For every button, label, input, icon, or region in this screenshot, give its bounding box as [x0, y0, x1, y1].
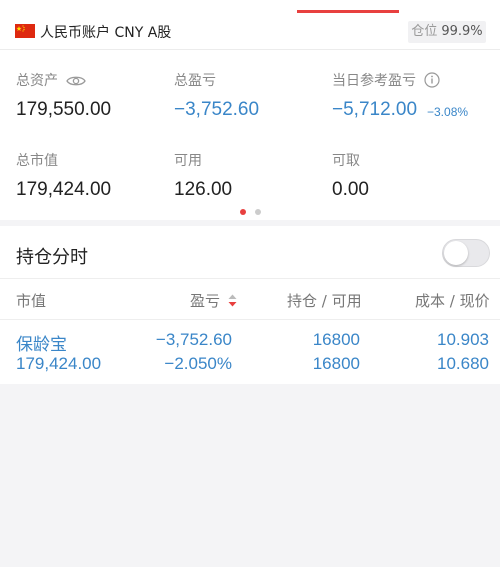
stock-holding: 16800	[312, 330, 360, 349]
account-summary-card: 人民币账户 CNY A股 仓位 99.9% 总资产 179,550.00 总盈亏 …	[0, 0, 500, 220]
column-cost-price[interactable]: 成本 / 现价	[415, 290, 490, 311]
account-name: 人民币账户 CNY A股	[40, 25, 172, 41]
stock-pnl: −3,752.60	[155, 330, 232, 349]
stock-pnl-percent: −2.050%	[164, 354, 232, 373]
active-tab-indicator	[297, 10, 399, 13]
eye-icon[interactable]	[66, 74, 87, 92]
position-badge: 仓位 99.9%	[408, 21, 486, 43]
intraday-toggle[interactable]	[442, 239, 490, 267]
total-assets-label-text: 总资产	[16, 73, 58, 89]
stock-cost: 10.903	[437, 330, 489, 349]
column-holding-available[interactable]: 持仓 / 可用	[287, 290, 362, 311]
stock-market-value: 179,424.00	[16, 354, 102, 373]
total-assets-label: 总资产	[16, 70, 87, 92]
page-dot-active[interactable]	[240, 209, 246, 215]
column-pnl[interactable]: 盈亏	[190, 290, 237, 311]
total-pnl-value: −3,752.60	[174, 99, 260, 120]
stock-available: 16800	[312, 354, 360, 373]
column-market-value[interactable]: 市值	[16, 290, 46, 311]
stock-price: 10.680	[437, 354, 489, 373]
divider	[0, 278, 500, 279]
page-dot[interactable]	[255, 209, 261, 215]
holdings-section: 持仓分时 市值 盈亏 持仓 / 可用 成本 / 现价 保龄宝 179,424.0…	[0, 226, 500, 384]
market-value-label: 总市值	[16, 153, 58, 169]
stock-name: 保龄宝	[16, 335, 67, 355]
china-flag-icon	[15, 24, 35, 38]
sort-icon[interactable]	[228, 293, 237, 311]
total-assets-value: 179,550.00	[16, 99, 112, 120]
withdrawable-value: 0.00	[332, 179, 369, 200]
account-selector[interactable]: 人民币账户 CNY A股 仓位 99.9%	[0, 16, 500, 50]
position-value: 99.9%	[441, 24, 483, 39]
column-pnl-label: 盈亏	[190, 292, 221, 310]
holdings-title: 持仓分时	[16, 247, 88, 268]
divider	[0, 319, 500, 320]
available-label: 可用	[174, 153, 202, 169]
daily-pnl-label: 当日参考盈亏	[332, 70, 441, 92]
withdrawable-label: 可取	[332, 153, 360, 169]
daily-pnl-value: −5,712.00	[332, 99, 418, 120]
daily-pnl-percent: −3.08%	[427, 105, 469, 119]
info-icon[interactable]	[424, 72, 441, 92]
daily-pnl-label-text: 当日参考盈亏	[332, 73, 416, 89]
available-value: 126.00	[174, 179, 233, 200]
market-value-value: 179,424.00	[16, 179, 112, 200]
toggle-knob	[444, 241, 468, 265]
position-label: 仓位	[411, 24, 438, 39]
total-pnl-label: 总盈亏	[174, 73, 216, 89]
